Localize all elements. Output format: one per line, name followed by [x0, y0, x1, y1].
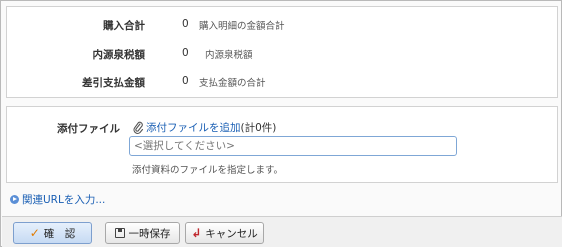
net-payment-row: 差引支払金額 0 支払金額の合計: [7, 75, 557, 91]
floppy-disk-icon: [114, 228, 125, 238]
purchase-total-value: 0: [182, 18, 189, 30]
form-frame: 購入合計 0 購入明細の金額合計 内源泉税額 0 内源泉税額 差引支払金額 0 …: [0, 0, 562, 247]
cancel-button[interactable]: ↲ キャンセル: [185, 222, 264, 244]
save-draft-button[interactable]: 一時保存: [105, 222, 180, 244]
purchase-total-label: 購入合計: [103, 20, 145, 32]
attachment-hint: 添付資料のファイルを指定します。: [132, 165, 284, 176]
confirm-button[interactable]: ✓ 確 認: [13, 222, 92, 244]
purchase-total-note: 購入明細の金額合計: [199, 21, 285, 32]
cancel-label: キャンセル: [205, 227, 258, 240]
net-payment-value: 0: [182, 75, 189, 87]
add-attachment-link[interactable]: 添付ファイルを追加: [146, 120, 241, 135]
attachment-panel: 添付ファイル 添付ファイルを追加 (計0件) 添付資料のファイルを指定します。: [6, 106, 558, 183]
withholding-tax-row: 内源泉税額 0 内源泉税額: [7, 47, 557, 63]
purchase-total-row: 購入合計 0 購入明細の金額合計: [7, 18, 557, 34]
totals-panel: 購入合計 0 購入明細の金額合計 内源泉税額 0 内源泉税額 差引支払金額 0 …: [6, 6, 558, 98]
attachment-label: 添付ファイル: [57, 123, 120, 135]
related-url-link[interactable]: 関連URLを入力...: [10, 192, 105, 207]
withholding-tax-label: 内源泉税額: [92, 49, 146, 61]
confirm-label: 確 認: [43, 227, 76, 240]
button-bar: ✓ 確 認 一時保存 ↲ キャンセル: [2, 216, 562, 247]
arrow-circle-icon: [10, 195, 19, 204]
related-url-label: 関連URLを入力...: [22, 194, 106, 206]
net-payment-label: 差引支払金額: [82, 77, 145, 89]
paperclip-icon: [133, 121, 144, 134]
checkmark-icon: ✓: [29, 226, 40, 240]
attachment-count: (計0件): [240, 122, 277, 134]
net-payment-note: 支払金額の合計: [199, 78, 266, 89]
attachment-add-line: 添付ファイルを追加 (計0件): [132, 120, 276, 135]
withholding-tax-note: 内源泉税額: [205, 50, 253, 61]
save-draft-label: 一時保存: [128, 227, 171, 240]
return-arrow-icon: ↲: [191, 226, 202, 240]
attachment-file-select[interactable]: [129, 136, 457, 156]
withholding-tax-value: 0: [182, 47, 189, 59]
